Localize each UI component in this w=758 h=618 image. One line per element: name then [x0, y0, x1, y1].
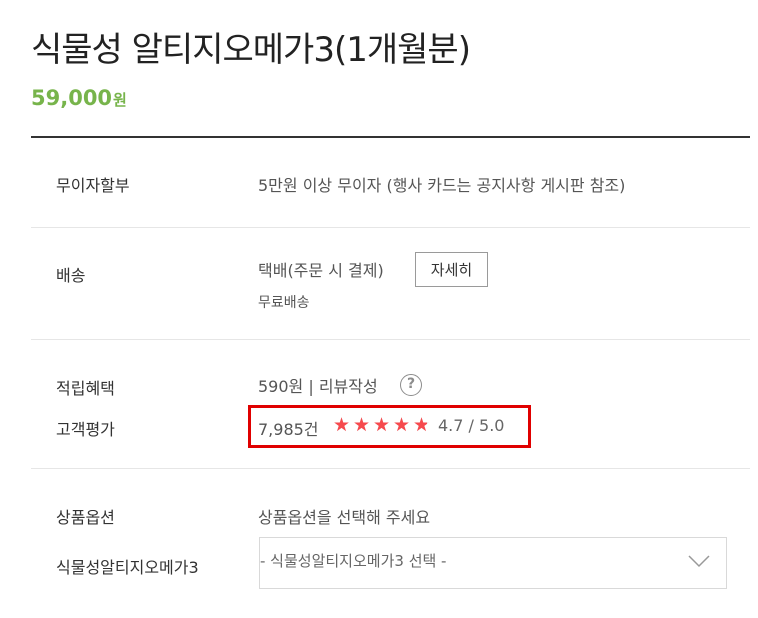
product-title: 식물성 알티지오메가3(1개월분) — [31, 30, 471, 70]
product-price: 59,000원 — [31, 86, 127, 110]
points-value: 590원 | 리뷰작성 — [258, 377, 378, 396]
option-select[interactable]: - 식물성알티지오메가3 선택 - — [259, 537, 727, 589]
option-item-label: 식물성알티지오메가3 — [56, 558, 199, 577]
shipping-detail-button[interactable]: 자세히 — [415, 252, 488, 287]
installment-value: 5만원 이상 무이자 (행사 카드는 공지사항 게시판 참조) — [258, 176, 626, 195]
star-icon: ★ ★ — [333, 415, 353, 435]
shipping-value: 택배(주문 시 결제) — [258, 261, 384, 280]
star-fill: ★ — [373, 415, 391, 435]
options-label: 상품옵션 — [56, 508, 115, 527]
star-icon: ★ ★ — [413, 414, 431, 436]
row-divider — [31, 227, 750, 228]
chevron-down-icon — [688, 555, 710, 568]
star-icon: ★ ★ — [393, 415, 413, 435]
shipping-fee: 무료배송 — [258, 295, 310, 311]
points-label: 적립혜택 — [56, 379, 115, 398]
star-fill: ★ — [333, 415, 351, 435]
star-rating: ★ ★ ★ ★ ★ ★ ★ ★ ★ ★ — [333, 415, 433, 435]
review-count[interactable]: 7,985건 — [258, 416, 319, 440]
options-value: 상품옵션을 선택해 주세요 — [258, 508, 431, 527]
question-circle-icon[interactable]: ? — [400, 374, 422, 396]
option-select-value: - 식물성알티지오메가3 선택 - — [260, 552, 447, 570]
title-divider — [31, 136, 750, 138]
star-fill: ★ — [353, 415, 371, 435]
row-divider — [31, 339, 750, 340]
review-label: 고객평가 — [56, 420, 115, 439]
price-amount: 59,000 — [31, 86, 113, 110]
rating-text: 4.7 / 5.0 — [438, 416, 505, 435]
star-icon: ★ ★ — [353, 415, 373, 435]
price-unit: 원 — [113, 91, 127, 109]
shipping-label: 배송 — [56, 266, 86, 285]
star-fill: ★ — [393, 415, 411, 435]
installment-label: 무이자할부 — [56, 176, 130, 195]
row-divider — [31, 468, 750, 469]
star-fill: ★ — [413, 415, 427, 435]
star-icon: ★ ★ — [373, 415, 393, 435]
